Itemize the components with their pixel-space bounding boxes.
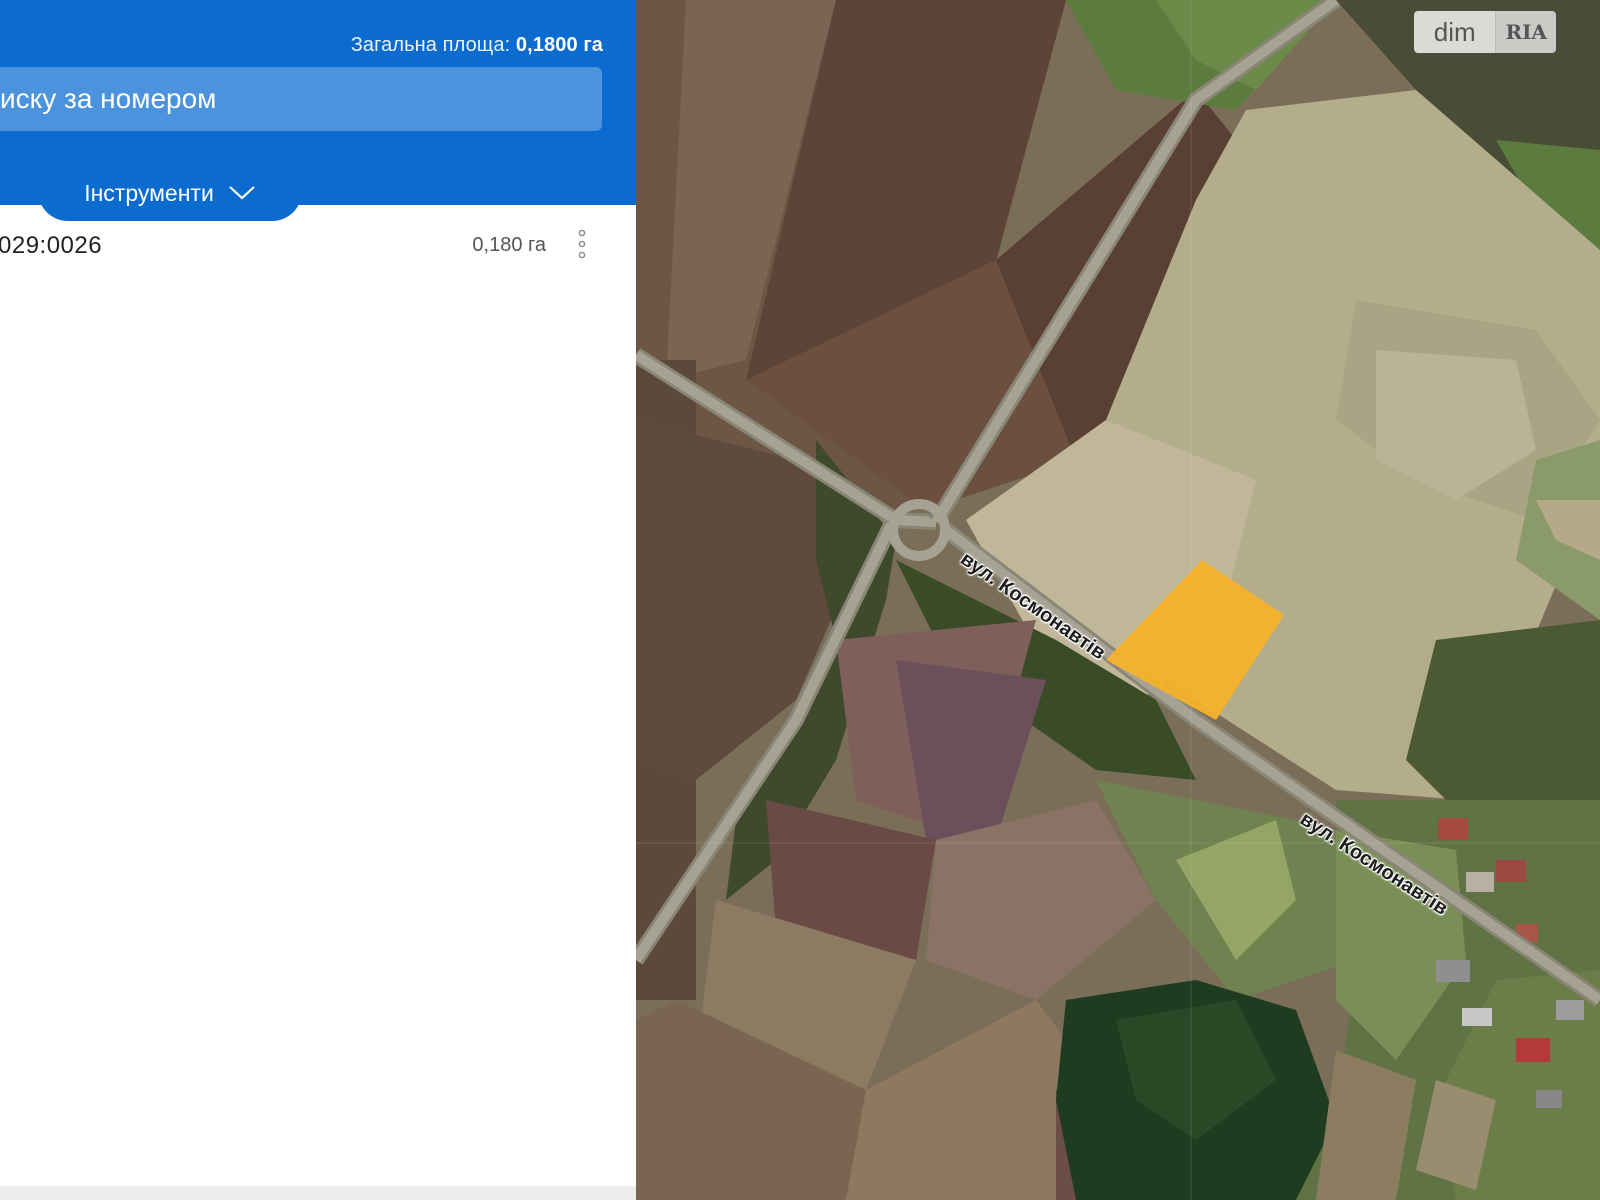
search-box[interactable]	[0, 67, 602, 131]
total-area-label: Загальна площа:	[350, 34, 511, 56]
side-panel: Загальна площа: 0,1800 га Інструменти 02…	[0, 0, 637, 1200]
search-input[interactable]	[0, 83, 580, 115]
chevron-down-icon	[229, 186, 255, 200]
satellite-imagery	[636, 0, 1600, 1200]
more-vertical-icon[interactable]	[574, 228, 590, 264]
panel-bottom-strip	[0, 1186, 636, 1200]
parcel-list-item[interactable]: 029:0026 0,180 га	[0, 224, 636, 270]
logo-dim-text: dim	[1414, 11, 1496, 53]
tools-label: Інструменти	[84, 179, 214, 206]
tools-dropdown-button[interactable]: Інструменти	[38, 165, 302, 221]
dimria-logo: dim RIA	[1414, 11, 1556, 53]
logo-ria-text: RIA	[1495, 11, 1556, 53]
parcel-area: 0,180 га	[472, 234, 546, 256]
parcel-number: 029:0026	[0, 232, 103, 259]
total-area: Загальна площа: 0,1800 га	[351, 34, 603, 57]
satellite-map[interactable]: вул. Космонавтів вул. Космонавтів dim RI…	[636, 0, 1600, 1200]
total-area-value: 0,1800 га	[515, 34, 603, 56]
